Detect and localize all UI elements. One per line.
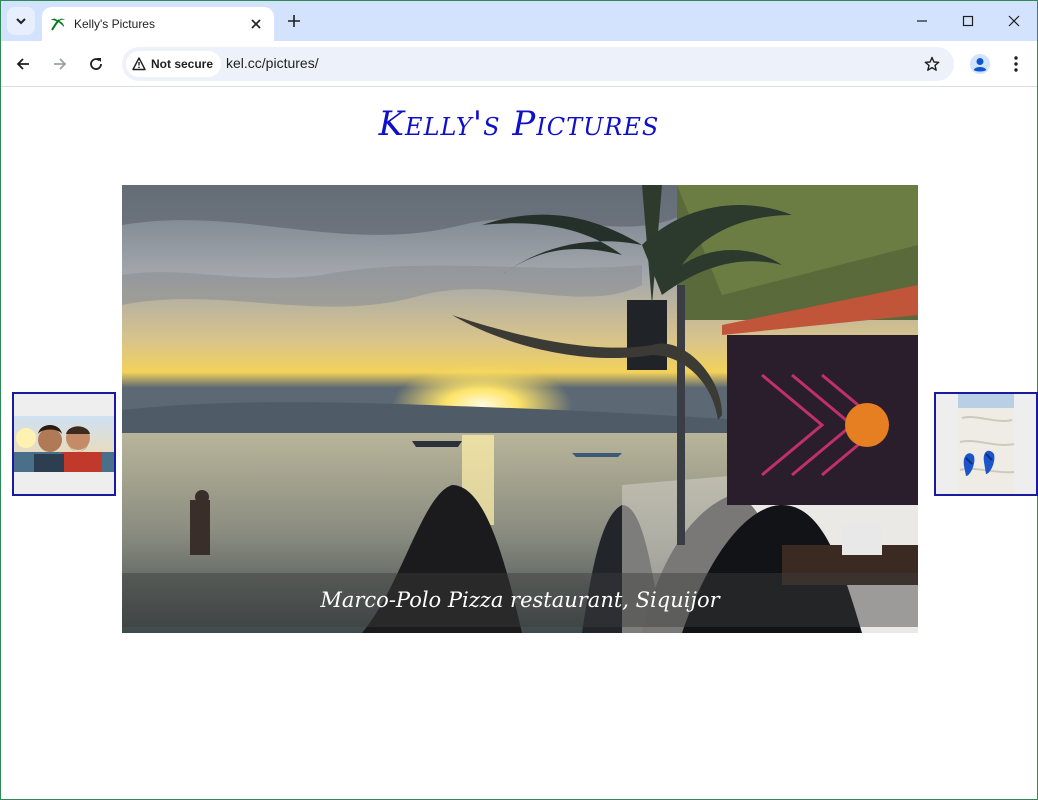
close-icon [1008,15,1020,27]
forward-arrow-icon [54,58,67,70]
main-photo[interactable]: Marco-Polo Pizza restaurant, Siquijor [122,185,918,633]
chevron-down-icon [16,18,26,25]
profile-button[interactable] [967,51,993,77]
reload-icon [90,58,102,70]
plus-icon [288,15,300,27]
photo-caption: Marco-Polo Pizza restaurant, Siquijor [320,588,720,612]
sunset-beach-restaurant-image [122,185,918,633]
minimize-icon [917,20,927,22]
tab-kellys-pictures[interactable]: Kelly's Pictures [42,7,274,41]
url-text[interactable]: kel.cc/pictures/ [226,55,319,71]
tab-search-button[interactable] [7,7,35,35]
browser-menu-button[interactable] [1004,51,1028,77]
close-icon[interactable] [248,16,264,32]
couple-selfie-image [14,394,114,494]
warning-icon [132,57,146,71]
tab-strip: Kelly's Pictures [1,1,1037,41]
new-tab-button[interactable] [283,10,305,32]
minimize-button[interactable] [899,1,945,41]
caption-bar: Marco-Polo Pizza restaurant, Siquijor [122,573,918,627]
page-title: Kelly's Pictures [378,104,660,144]
window-close-button[interactable] [991,1,1037,41]
previous-photo-thumbnail[interactable] [12,392,116,496]
back-arrow-icon [16,58,29,70]
star-icon [924,56,940,71]
browser-window: Kelly's Pictures Not secure kel.cc/pictu… [0,0,1038,800]
security-chip[interactable]: Not secure [126,51,222,77]
kebab-menu-icon [1014,56,1018,72]
forward-button[interactable] [46,50,74,78]
maximize-icon [962,15,974,27]
sandals-on-sand-image [936,394,1036,494]
palm-icon [50,16,66,32]
tab-title: Kelly's Pictures [74,17,155,31]
maximize-button[interactable] [945,1,991,41]
back-button[interactable] [9,50,37,78]
security-label: Not secure [151,57,214,71]
reload-button[interactable] [82,50,110,78]
next-photo-thumbnail[interactable] [934,392,1038,496]
profile-icon [970,54,990,74]
bookmark-button[interactable] [922,54,942,74]
address-bar[interactable]: Not secure kel.cc/pictures/ [122,47,954,81]
browser-toolbar: Not secure kel.cc/pictures/ [1,41,1037,87]
